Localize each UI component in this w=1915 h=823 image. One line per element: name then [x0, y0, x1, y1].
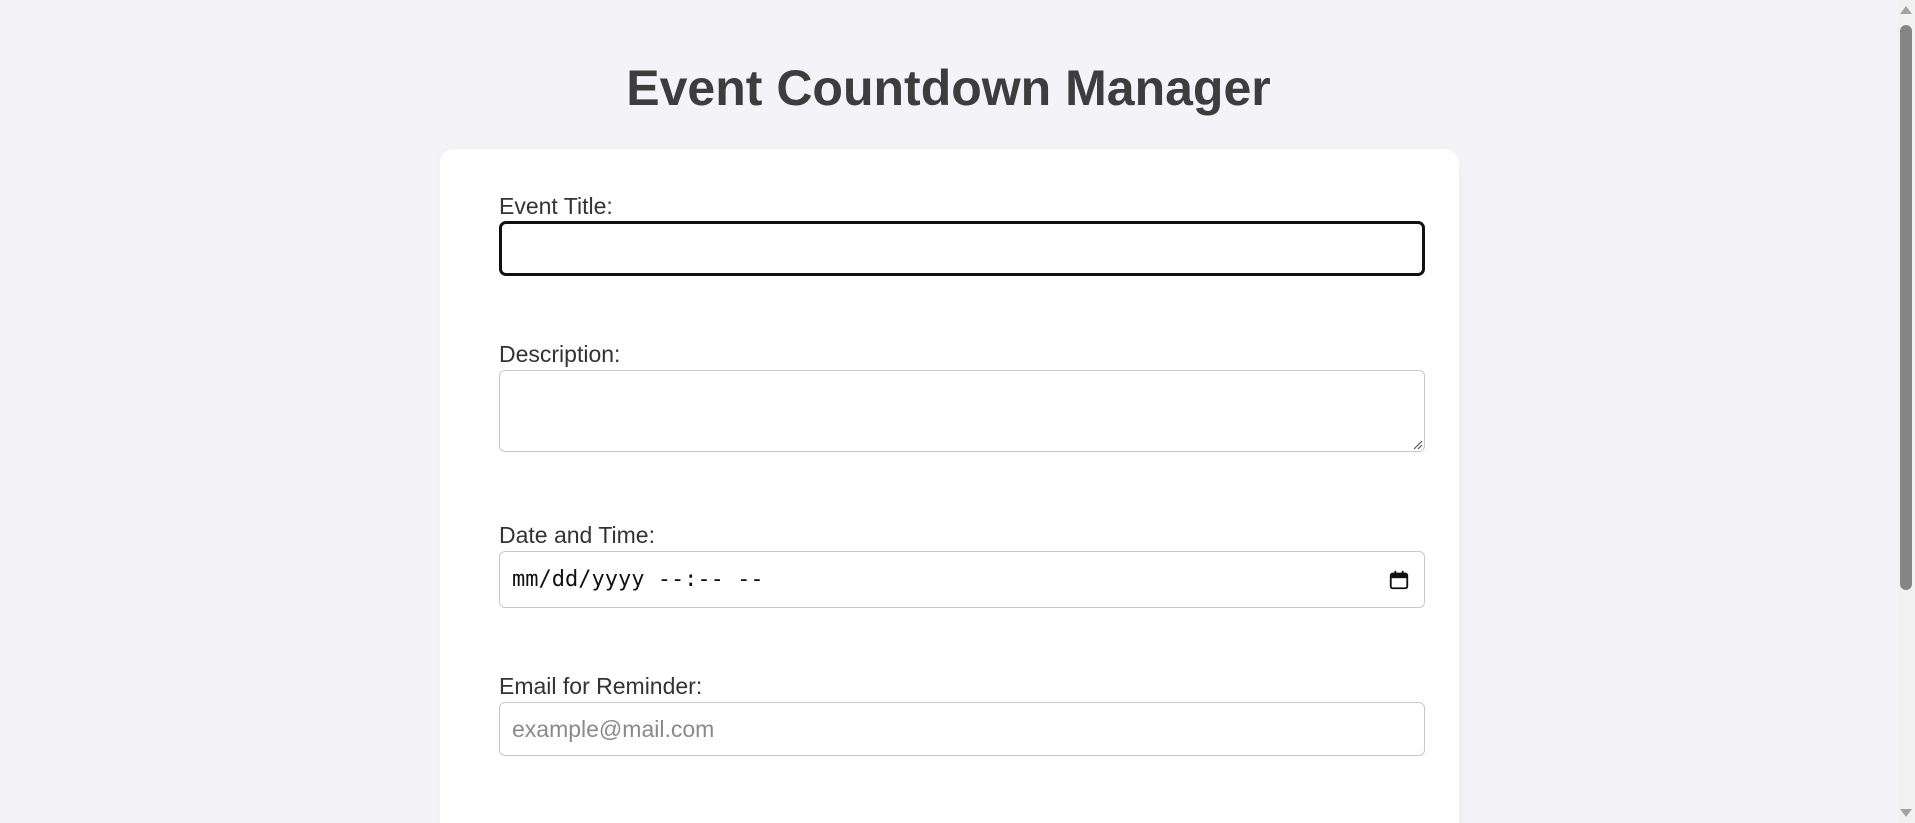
- page-title: Event Countdown Manager: [626, 60, 1271, 116]
- datetime-display: mm/dd/yyyy --:-- --: [512, 567, 764, 592]
- event-form-card: Event Title: Description: Date and Time:…: [440, 149, 1459, 823]
- calendar-icon[interactable]: [1388, 569, 1410, 591]
- description-textarea[interactable]: [499, 370, 1425, 452]
- scroll-thumb[interactable]: [1900, 25, 1912, 590]
- datetime-input[interactable]: mm/dd/yyyy --:-- --: [499, 551, 1425, 608]
- email-label: Email for Reminder:: [499, 673, 703, 699]
- scroll-up-icon[interactable]: [1900, 6, 1912, 14]
- page: Event Countdown Manager Event Title: Des…: [0, 0, 1915, 823]
- description-label: Description:: [499, 341, 621, 367]
- scrollbar[interactable]: [1897, 0, 1915, 823]
- resize-grip-icon[interactable]: [1411, 438, 1423, 450]
- description-wrapper: [499, 370, 1425, 452]
- scroll-down-icon[interactable]: [1900, 809, 1912, 817]
- datetime-label: Date and Time:: [499, 522, 655, 548]
- email-input[interactable]: [499, 702, 1425, 756]
- event-title-input[interactable]: [499, 221, 1425, 276]
- event-title-label: Event Title:: [499, 193, 613, 219]
